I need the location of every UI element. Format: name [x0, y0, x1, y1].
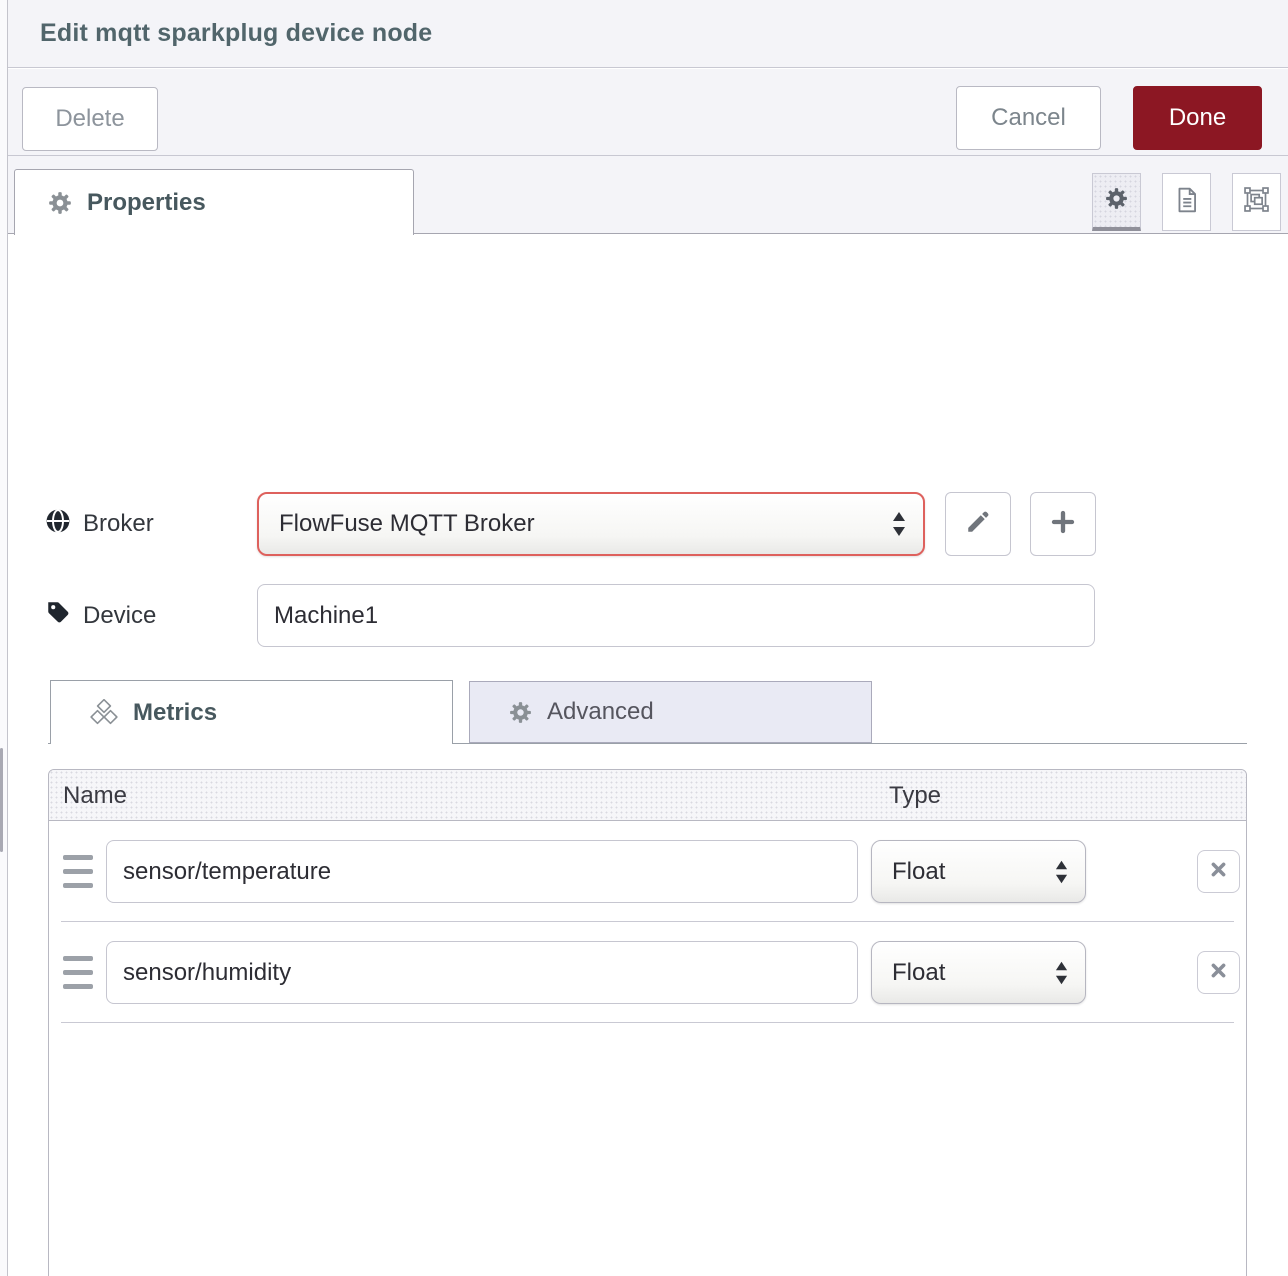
metric-type-select[interactable]: Float [871, 840, 1086, 903]
edit-node-dialog: Edit mqtt sparkplug device node Delete C… [8, 0, 1288, 1276]
metric-type-value: Float [892, 858, 1054, 886]
drag-handle-icon[interactable] [63, 855, 93, 888]
cancel-button[interactable]: Cancel [956, 86, 1101, 150]
pencil-icon [965, 509, 991, 540]
node-red-edit-dialog-page: Edit mqtt sparkplug device node Delete C… [0, 0, 1288, 1276]
properties-icon-button[interactable] [1092, 173, 1141, 231]
metric-name-input[interactable] [106, 840, 858, 903]
cubes-icon [89, 699, 119, 727]
editor-tab-strip: Properties [8, 156, 1288, 234]
dialog-title: Edit mqtt sparkplug device node [40, 19, 432, 48]
tab-metrics[interactable]: Metrics [50, 680, 453, 744]
broker-label-text: Broker [83, 510, 154, 538]
device-field-label: Device [45, 584, 156, 647]
document-icon [1174, 186, 1200, 219]
properties-panel: Broker FlowFuse MQTT Broker [8, 234, 1288, 1276]
dialog-button-bar: Delete Cancel Done [8, 69, 1288, 156]
scrollbar-thumb[interactable] [0, 748, 3, 852]
metric-type-value: Float [892, 959, 1054, 987]
select-arrows-icon [891, 509, 907, 539]
tab-properties-label: Properties [87, 189, 206, 217]
edit-broker-button[interactable] [945, 492, 1011, 556]
row-divider [61, 1022, 1234, 1023]
metric-row: Float [49, 821, 1246, 922]
dialog-header: Edit mqtt sparkplug device node [8, 0, 1288, 68]
delete-button[interactable]: Delete [22, 87, 158, 151]
tag-icon [45, 599, 71, 632]
metric-row: Float [49, 922, 1246, 1023]
gear-icon [1104, 186, 1129, 216]
metrics-list-header: Name Type [49, 770, 1246, 821]
select-arrows-icon [1054, 959, 1069, 987]
appearance-icon [1243, 186, 1270, 218]
plus-icon [1051, 510, 1075, 539]
drag-handle-icon[interactable] [63, 956, 93, 989]
tab-advanced-label: Advanced [547, 698, 654, 726]
gear-icon [47, 190, 73, 216]
done-button[interactable]: Done [1133, 86, 1262, 150]
column-header-name: Name [63, 770, 127, 821]
close-icon [1210, 861, 1227, 883]
metric-type-select[interactable]: Float [871, 941, 1086, 1004]
appearance-icon-button[interactable] [1232, 173, 1281, 231]
device-label-text: Device [83, 602, 156, 630]
globe-icon [45, 508, 71, 541]
add-broker-button[interactable] [1030, 492, 1096, 556]
tab-metrics-label: Metrics [133, 699, 217, 727]
metrics-list: Name Type Float [48, 769, 1247, 1276]
gear-icon [508, 700, 533, 725]
tab-advanced[interactable]: Advanced [469, 681, 872, 743]
select-arrows-icon [1054, 858, 1069, 886]
close-icon [1210, 962, 1227, 984]
remove-metric-button[interactable] [1197, 951, 1240, 994]
metric-name-input[interactable] [106, 941, 858, 1004]
broker-select[interactable]: FlowFuse MQTT Broker [257, 492, 925, 556]
device-input[interactable] [257, 584, 1095, 647]
tab-properties[interactable]: Properties [14, 169, 414, 235]
column-header-type: Type [889, 770, 941, 821]
remove-metric-button[interactable] [1197, 850, 1240, 893]
broker-field-label: Broker [45, 492, 154, 556]
broker-select-value: FlowFuse MQTT Broker [279, 510, 891, 538]
description-icon-button[interactable] [1162, 173, 1211, 231]
